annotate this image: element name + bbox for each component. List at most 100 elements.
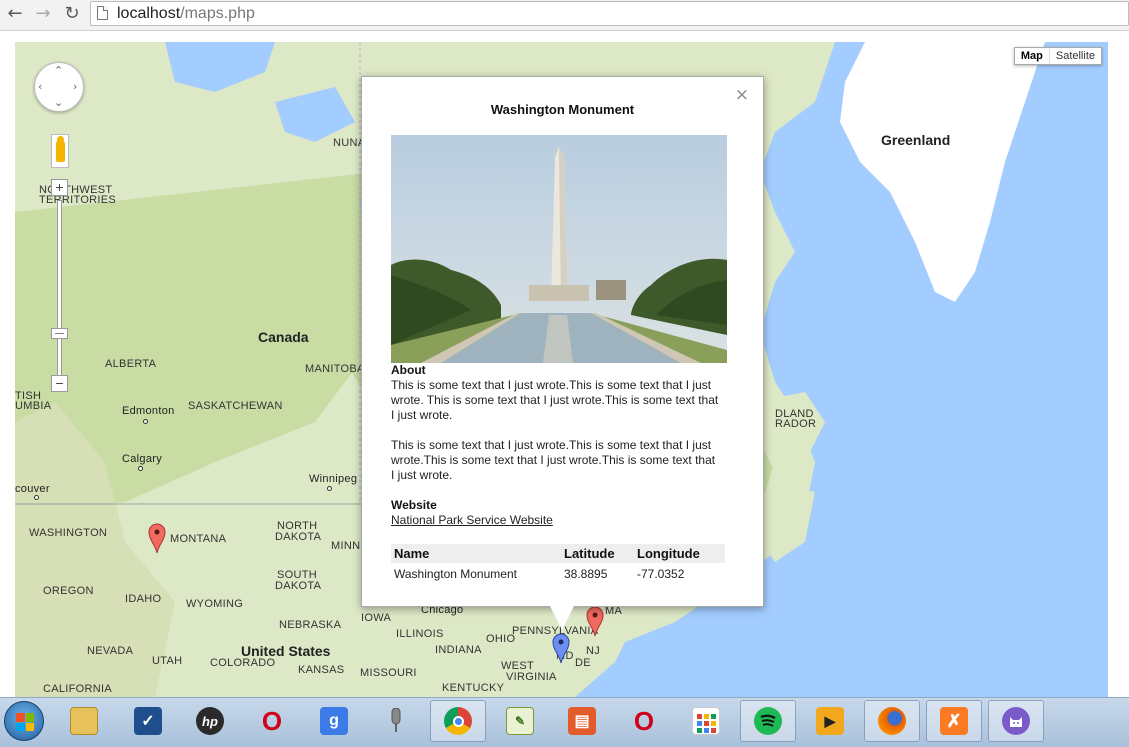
taskbar-hp[interactable]: hp: [182, 700, 238, 742]
label-newfoundland-b: RADOR: [775, 418, 817, 430]
blue-marker-icon[interactable]: [552, 632, 570, 664]
table-cell-longitude: -77.0352: [637, 567, 685, 581]
street-view-pegman-icon[interactable]: [51, 134, 69, 168]
taskbar-github[interactable]: [988, 700, 1044, 742]
label-edmonton: Edmonton: [122, 405, 175, 417]
taskbar-media-player[interactable]: ▶: [802, 700, 858, 742]
github-cat-icon: [1002, 707, 1030, 735]
label-north-dakota-b: DAKOTA: [275, 531, 322, 543]
taskbar-spotify[interactable]: [740, 700, 796, 742]
arrow-left-icon[interactable]: ←: [4, 3, 26, 25]
label-saskatchewan: SASKATCHEWAN: [188, 400, 283, 412]
task-app-icon: ✓: [134, 707, 162, 735]
taskbar-microphone[interactable]: [368, 700, 424, 742]
city-dot: [327, 486, 332, 491]
microphone-icon: [382, 707, 410, 735]
zoom-slider-thumb[interactable]: [51, 328, 68, 339]
monument-photo: [391, 135, 727, 363]
label-kentucky: KENTUCKY: [442, 682, 505, 694]
website-heading: Website: [391, 498, 437, 512]
taskbar-notepad-plus[interactable]: ✎: [492, 700, 548, 742]
label-nebraska: NEBRASKA: [279, 619, 342, 631]
zoom-out-button[interactable]: −: [51, 375, 68, 392]
label-alberta: ALBERTA: [105, 358, 157, 370]
google-icon: g: [320, 707, 348, 735]
notepad-plus-icon: ✎: [506, 707, 534, 735]
opera-icon: O: [261, 705, 283, 736]
label-bc-b: UMBIA: [15, 400, 52, 412]
taskbar-firefox[interactable]: [864, 700, 920, 742]
label-greenland: Greenland: [881, 132, 951, 148]
pan-down-icon[interactable]: ⌄: [54, 96, 63, 109]
table-header-name: Name: [391, 544, 561, 563]
info-window-tail: [550, 606, 574, 630]
red-marker-icon[interactable]: [148, 522, 166, 554]
table-header-longitude: Longitude: [634, 544, 725, 563]
arrow-right-icon[interactable]: →: [32, 3, 54, 25]
label-idaho: IDAHO: [125, 593, 162, 605]
pan-right-icon[interactable]: ›: [73, 80, 77, 93]
map-type-control: Map Satellite: [1013, 47, 1102, 65]
label-virginia: VIRGINIA: [506, 671, 557, 683]
firefox-icon: [878, 707, 906, 735]
taskbar-chrome[interactable]: [430, 700, 486, 742]
label-vancouver: couver: [15, 483, 50, 495]
pan-up-icon[interactable]: ⌃: [54, 64, 63, 77]
label-oregon: OREGON: [43, 585, 94, 597]
info-table: Name Latitude Longitude Washington Monum…: [391, 544, 725, 585]
page-icon: [97, 6, 108, 20]
file-explorer-icon: [70, 707, 98, 735]
table-cell-latitude: 38.8895: [564, 567, 608, 581]
taskbar-presentation[interactable]: ▤: [554, 700, 610, 742]
taskbar-opera-2[interactable]: O: [616, 700, 672, 742]
taskbar-opera[interactable]: O: [244, 700, 300, 742]
label-wyoming: WYOMING: [186, 598, 244, 610]
info-window: × Washington Monument About This is some…: [361, 76, 764, 630]
about-paragraph-1: This is some text that I just wrote.This…: [391, 378, 719, 422]
label-minnesota: MINN: [331, 540, 361, 552]
apps-grid-icon: [692, 707, 720, 735]
label-montana: MONTANA: [170, 533, 227, 545]
label-nevada: NEVADA: [87, 645, 134, 657]
pan-left-icon[interactable]: ‹: [38, 80, 42, 93]
taskbar-task-app[interactable]: ✓: [120, 700, 176, 742]
info-window-title: Washington Monument: [490, 102, 635, 117]
map-type-satellite-button[interactable]: Satellite: [1050, 48, 1101, 64]
taskbar-xampp[interactable]: ✗: [926, 700, 982, 742]
label-ohio: OHIO: [486, 633, 516, 645]
zoom-slider-track[interactable]: [57, 200, 62, 380]
taskbar-file-explorer[interactable]: [56, 700, 112, 742]
label-nj: NJ: [586, 645, 601, 657]
label-calgary: Calgary: [122, 453, 163, 465]
website-link[interactable]: National Park Service Website: [391, 513, 553, 527]
hp-icon: hp: [196, 707, 224, 735]
start-button[interactable]: [4, 701, 44, 741]
address-bar[interactable]: localhost/maps.php: [90, 1, 1129, 26]
city-dot: [138, 466, 143, 471]
about-heading: About: [391, 363, 426, 377]
taskbar-apps-grid[interactable]: [678, 700, 734, 742]
info-window-body: About This is some text that I just wrot…: [391, 363, 721, 528]
taskbar-google[interactable]: g: [306, 700, 362, 742]
opera-icon-2: O: [633, 705, 655, 736]
table-header-latitude: Latitude: [561, 544, 634, 563]
label-iowa: IOWA: [361, 612, 392, 624]
label-south-dakota-b: DAKOTA: [275, 580, 322, 592]
browser-toolbar: ← → ↻ localhost/maps.php: [0, 0, 1129, 31]
city-dot: [143, 419, 148, 424]
label-washington: WASHINGTON: [29, 527, 108, 539]
table-row: Washington Monument 38.8895 -77.0352: [391, 563, 725, 585]
zoom-in-button[interactable]: +: [51, 179, 68, 196]
reload-icon[interactable]: ↻: [61, 3, 83, 25]
label-canada: Canada: [258, 329, 309, 345]
spotify-icon: [754, 707, 782, 735]
label-winnipeg: Winnipeg: [309, 473, 358, 485]
media-player-icon: ▶: [816, 707, 844, 735]
label-manitoba: MANITOBA: [305, 363, 365, 375]
pan-control[interactable]: ⌃ ⌄ ‹ ›: [34, 62, 84, 112]
table-cell-name: Washington Monument: [394, 567, 517, 581]
label-missouri: MISSOURI: [360, 667, 417, 679]
map-type-map-button[interactable]: Map: [1015, 48, 1050, 64]
label-utah: UTAH: [152, 655, 183, 667]
red-marker-icon[interactable]: [586, 605, 604, 637]
